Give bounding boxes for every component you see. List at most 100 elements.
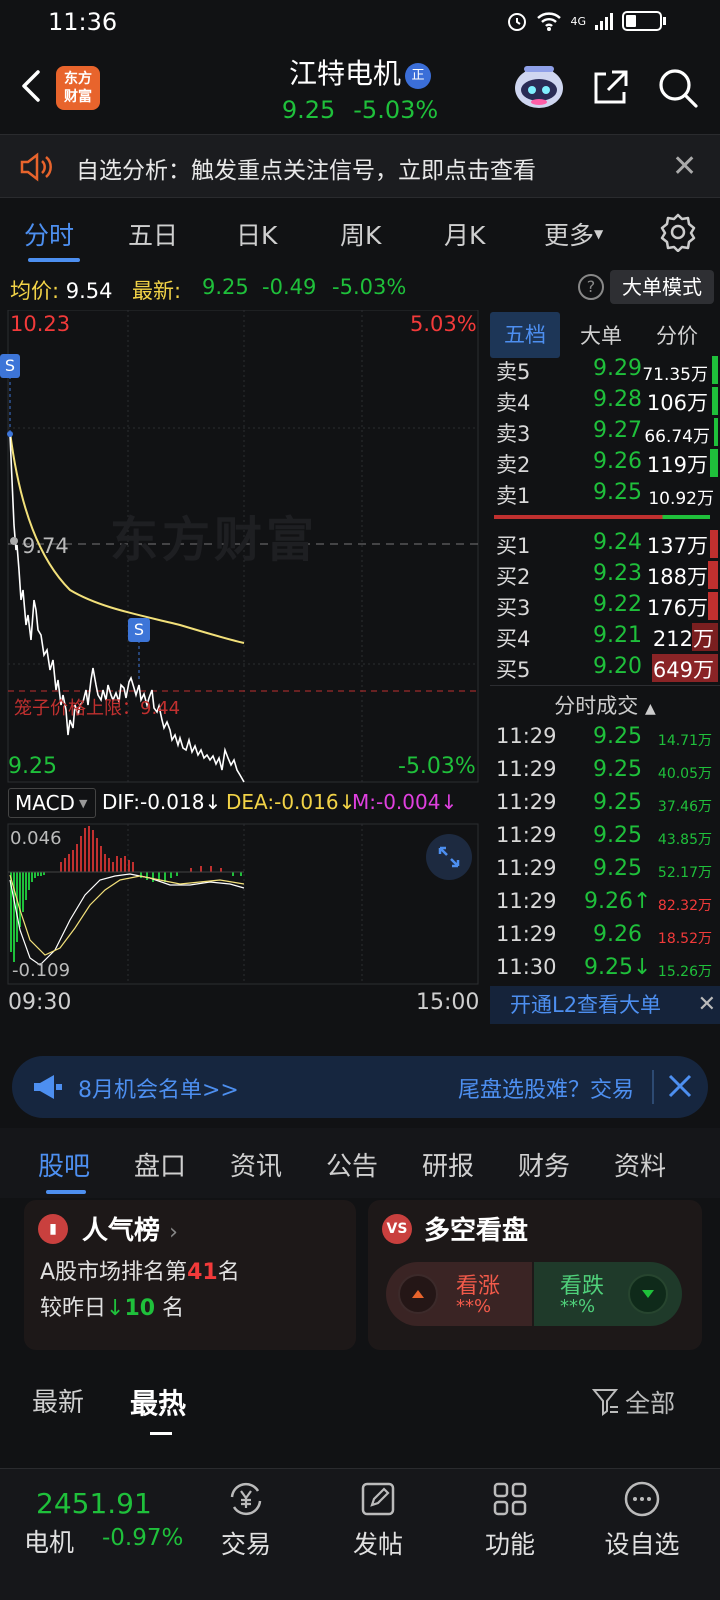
divider xyxy=(490,685,720,686)
bid-row[interactable]: 买3 9.22 176万 xyxy=(490,590,718,621)
share-icon[interactable] xyxy=(590,68,630,108)
post-button[interactable]: 发帖 xyxy=(318,1469,438,1579)
tab-intraday[interactable]: 分时 xyxy=(24,216,74,252)
popularity-card[interactable]: ▮ 人气榜 › A股市场排名第41名 较昨日↓10 名 xyxy=(24,1200,356,1350)
promo-left-text[interactable]: 8月机会名单>> xyxy=(78,1072,239,1104)
current-price: 9.25 xyxy=(281,96,336,124)
tab-daily-k[interactable]: 日K xyxy=(236,216,277,252)
close-icon[interactable]: ✕ xyxy=(698,986,716,1024)
functions-button[interactable]: 功能 xyxy=(450,1469,570,1579)
chart-high-percent: 5.03% xyxy=(410,312,477,336)
macd-dif: DIF:-0.018↓ xyxy=(102,790,222,814)
macd-bottom-value: -0.109 xyxy=(12,960,71,981)
time-start: 09:30 xyxy=(8,990,72,1015)
grid-icon xyxy=(493,1482,527,1516)
tab-monthly-k[interactable]: 月K xyxy=(444,216,485,252)
speaker-icon xyxy=(20,152,52,182)
macd-top-value: 0.046 xyxy=(10,828,62,849)
tab-price-distribution[interactable]: 分价 xyxy=(642,320,712,350)
tab-hottest[interactable]: 最热 xyxy=(130,1382,186,1422)
gear-icon[interactable] xyxy=(658,212,698,252)
trade-row: 11:29 9.25 52.17万 xyxy=(496,856,712,881)
trade-row: 11:29 9.25 37.46万 xyxy=(496,790,712,815)
bottom-toolbar: 2451.91 电机 -0.97% 交易 发帖 功能 设自选 xyxy=(0,1468,720,1600)
chart-canvas xyxy=(7,309,479,985)
tab-five-day[interactable]: 五日 xyxy=(128,216,178,252)
market-rank: A股市场排名第41名 xyxy=(40,1260,240,1285)
chart-low-percent: -5.03% xyxy=(398,754,476,779)
arrow-down-icon xyxy=(628,1274,668,1314)
filter-button[interactable]: 全部 xyxy=(591,1384,675,1420)
chart-low-price: 9.25 xyxy=(8,754,57,779)
tab-more[interactable]: 更多▼ xyxy=(544,216,603,252)
bid-row[interactable]: 买5 9.20 649万 xyxy=(490,652,718,683)
analysis-notice-bar[interactable]: 自选分析：触发重点关注信号，立即点击查看 ✕ xyxy=(0,134,720,198)
chart-high-price: 10.23 xyxy=(10,312,71,336)
trade-button[interactable]: 交易 xyxy=(186,1469,306,1579)
signal-marker-s[interactable]: S xyxy=(128,618,150,642)
tab-big-orders[interactable]: 大单 xyxy=(566,320,636,350)
trade-row: 11:29 9.26↑ 82.32万 xyxy=(496,889,712,914)
trade-row: 11:29 9.25 43.85万 xyxy=(496,823,712,848)
ask-row[interactable]: 卖5 9.29 71.35万 xyxy=(490,354,718,385)
bid-row[interactable]: 买4 9.21 212万 xyxy=(490,621,718,652)
expand-icon[interactable] xyxy=(426,834,472,880)
vote-bearish-button[interactable]: 看跌 **% xyxy=(534,1262,682,1326)
ask-row[interactable]: 卖1 9.25 10.92万 xyxy=(490,478,718,509)
arrow-up-icon xyxy=(398,1274,438,1314)
trades-title[interactable]: 分时成交 ▲ xyxy=(490,690,720,720)
active-tab-indicator xyxy=(150,1432,172,1435)
add-watchlist-button[interactable]: 设自选 xyxy=(582,1469,702,1579)
ask-row[interactable]: 卖2 9.26 119万 xyxy=(490,447,718,478)
tab-research[interactable]: 研报 xyxy=(422,1146,474,1183)
collapse-arrow-icon: ▲ xyxy=(644,701,656,717)
price-summary-bar: 均价: 9.54 最新: 9.25 -0.49 -5.03% ? 大单模式 xyxy=(0,266,720,310)
index-name[interactable]: 电机 xyxy=(24,1523,74,1559)
period-tabs: 分时 五日 日K 周K 月K 更多▼ xyxy=(0,198,720,266)
official-badge: 正 xyxy=(405,63,431,89)
yuan-cycle-icon xyxy=(230,1482,262,1516)
tab-finance[interactable]: 财务 xyxy=(518,1146,570,1183)
search-icon[interactable] xyxy=(656,66,700,110)
order-book-panel: 五档 大单 分价 卖5 9.29 71.35万 卖4 9.28 106万 卖3 9.27 6… xyxy=(490,310,720,1040)
clock: 11:36 xyxy=(48,8,118,36)
ask-row[interactable]: 卖4 9.28 106万 xyxy=(490,385,718,416)
change-percent: -5.03% xyxy=(353,96,439,124)
macd-m: M:-0.004↓ xyxy=(352,790,458,814)
close-icon[interactable]: ✕ xyxy=(672,149,697,184)
tab-market-depth[interactable]: 盘口 xyxy=(134,1146,186,1183)
intraday-chart[interactable]: 东方财富 10.23 5.03% 9.74 笼子价格上限：9.44 9.25 -… xyxy=(0,309,490,1040)
tab-announcements[interactable]: 公告 xyxy=(326,1146,378,1183)
index-change: -0.97% xyxy=(102,1525,184,1551)
stock-header: 东方 财富 江特电机正 9.25 -5.03% xyxy=(0,44,720,134)
indicator-selector[interactable]: MACD ▼ xyxy=(8,788,96,818)
tab-latest[interactable]: 最新 xyxy=(32,1382,84,1419)
filter-icon xyxy=(591,1389,619,1416)
close-icon[interactable] xyxy=(660,1066,700,1106)
tab-news[interactable]: 资讯 xyxy=(230,1146,282,1183)
help-icon[interactable]: ? xyxy=(578,274,604,300)
tab-forum[interactable]: 股吧 xyxy=(38,1146,90,1183)
tab-weekly-k[interactable]: 周K xyxy=(340,216,381,252)
l2-upgrade-banner[interactable]: 开通L2查看大单 ✕ xyxy=(490,986,720,1024)
watermark: 东方财富 xyxy=(110,512,319,568)
tab-profile[interactable]: 资料 xyxy=(614,1146,666,1183)
signal-marker-s[interactable]: S xyxy=(0,354,20,378)
ask-row[interactable]: 卖3 9.27 66.74万 xyxy=(490,416,718,447)
order-book-tabs: 五档 大单 分价 xyxy=(490,312,720,360)
bid-row[interactable]: 买2 9.23 188万 xyxy=(490,559,718,590)
promo-right-text[interactable]: 尾盘选股难？交易 xyxy=(458,1072,634,1104)
section-tabs: 股吧 盘口 资讯 公告 研报 财务 资料 xyxy=(0,1128,720,1198)
more-circle-icon xyxy=(624,1481,660,1517)
bid-row[interactable]: 买1 9.24 137万 xyxy=(490,528,718,559)
versus-icon: VS xyxy=(382,1214,412,1244)
time-end: 15:00 xyxy=(416,990,480,1015)
promo-banner[interactable]: 8月机会名单>> 尾盘选股难？交易 xyxy=(12,1056,708,1118)
big-order-mode-button[interactable]: 大单模式 xyxy=(610,270,714,304)
trade-row: 11:29 9.25 14.71万 xyxy=(496,724,712,749)
ai-robot-icon[interactable] xyxy=(512,62,566,112)
index-value[interactable]: 2451.91 xyxy=(36,1487,152,1520)
trade-row: 11:29 9.26 18.52万 xyxy=(496,922,712,947)
vote-bullish-button[interactable]: 看涨 **% xyxy=(386,1262,532,1326)
tab-five-levels[interactable]: 五档 xyxy=(490,312,560,358)
